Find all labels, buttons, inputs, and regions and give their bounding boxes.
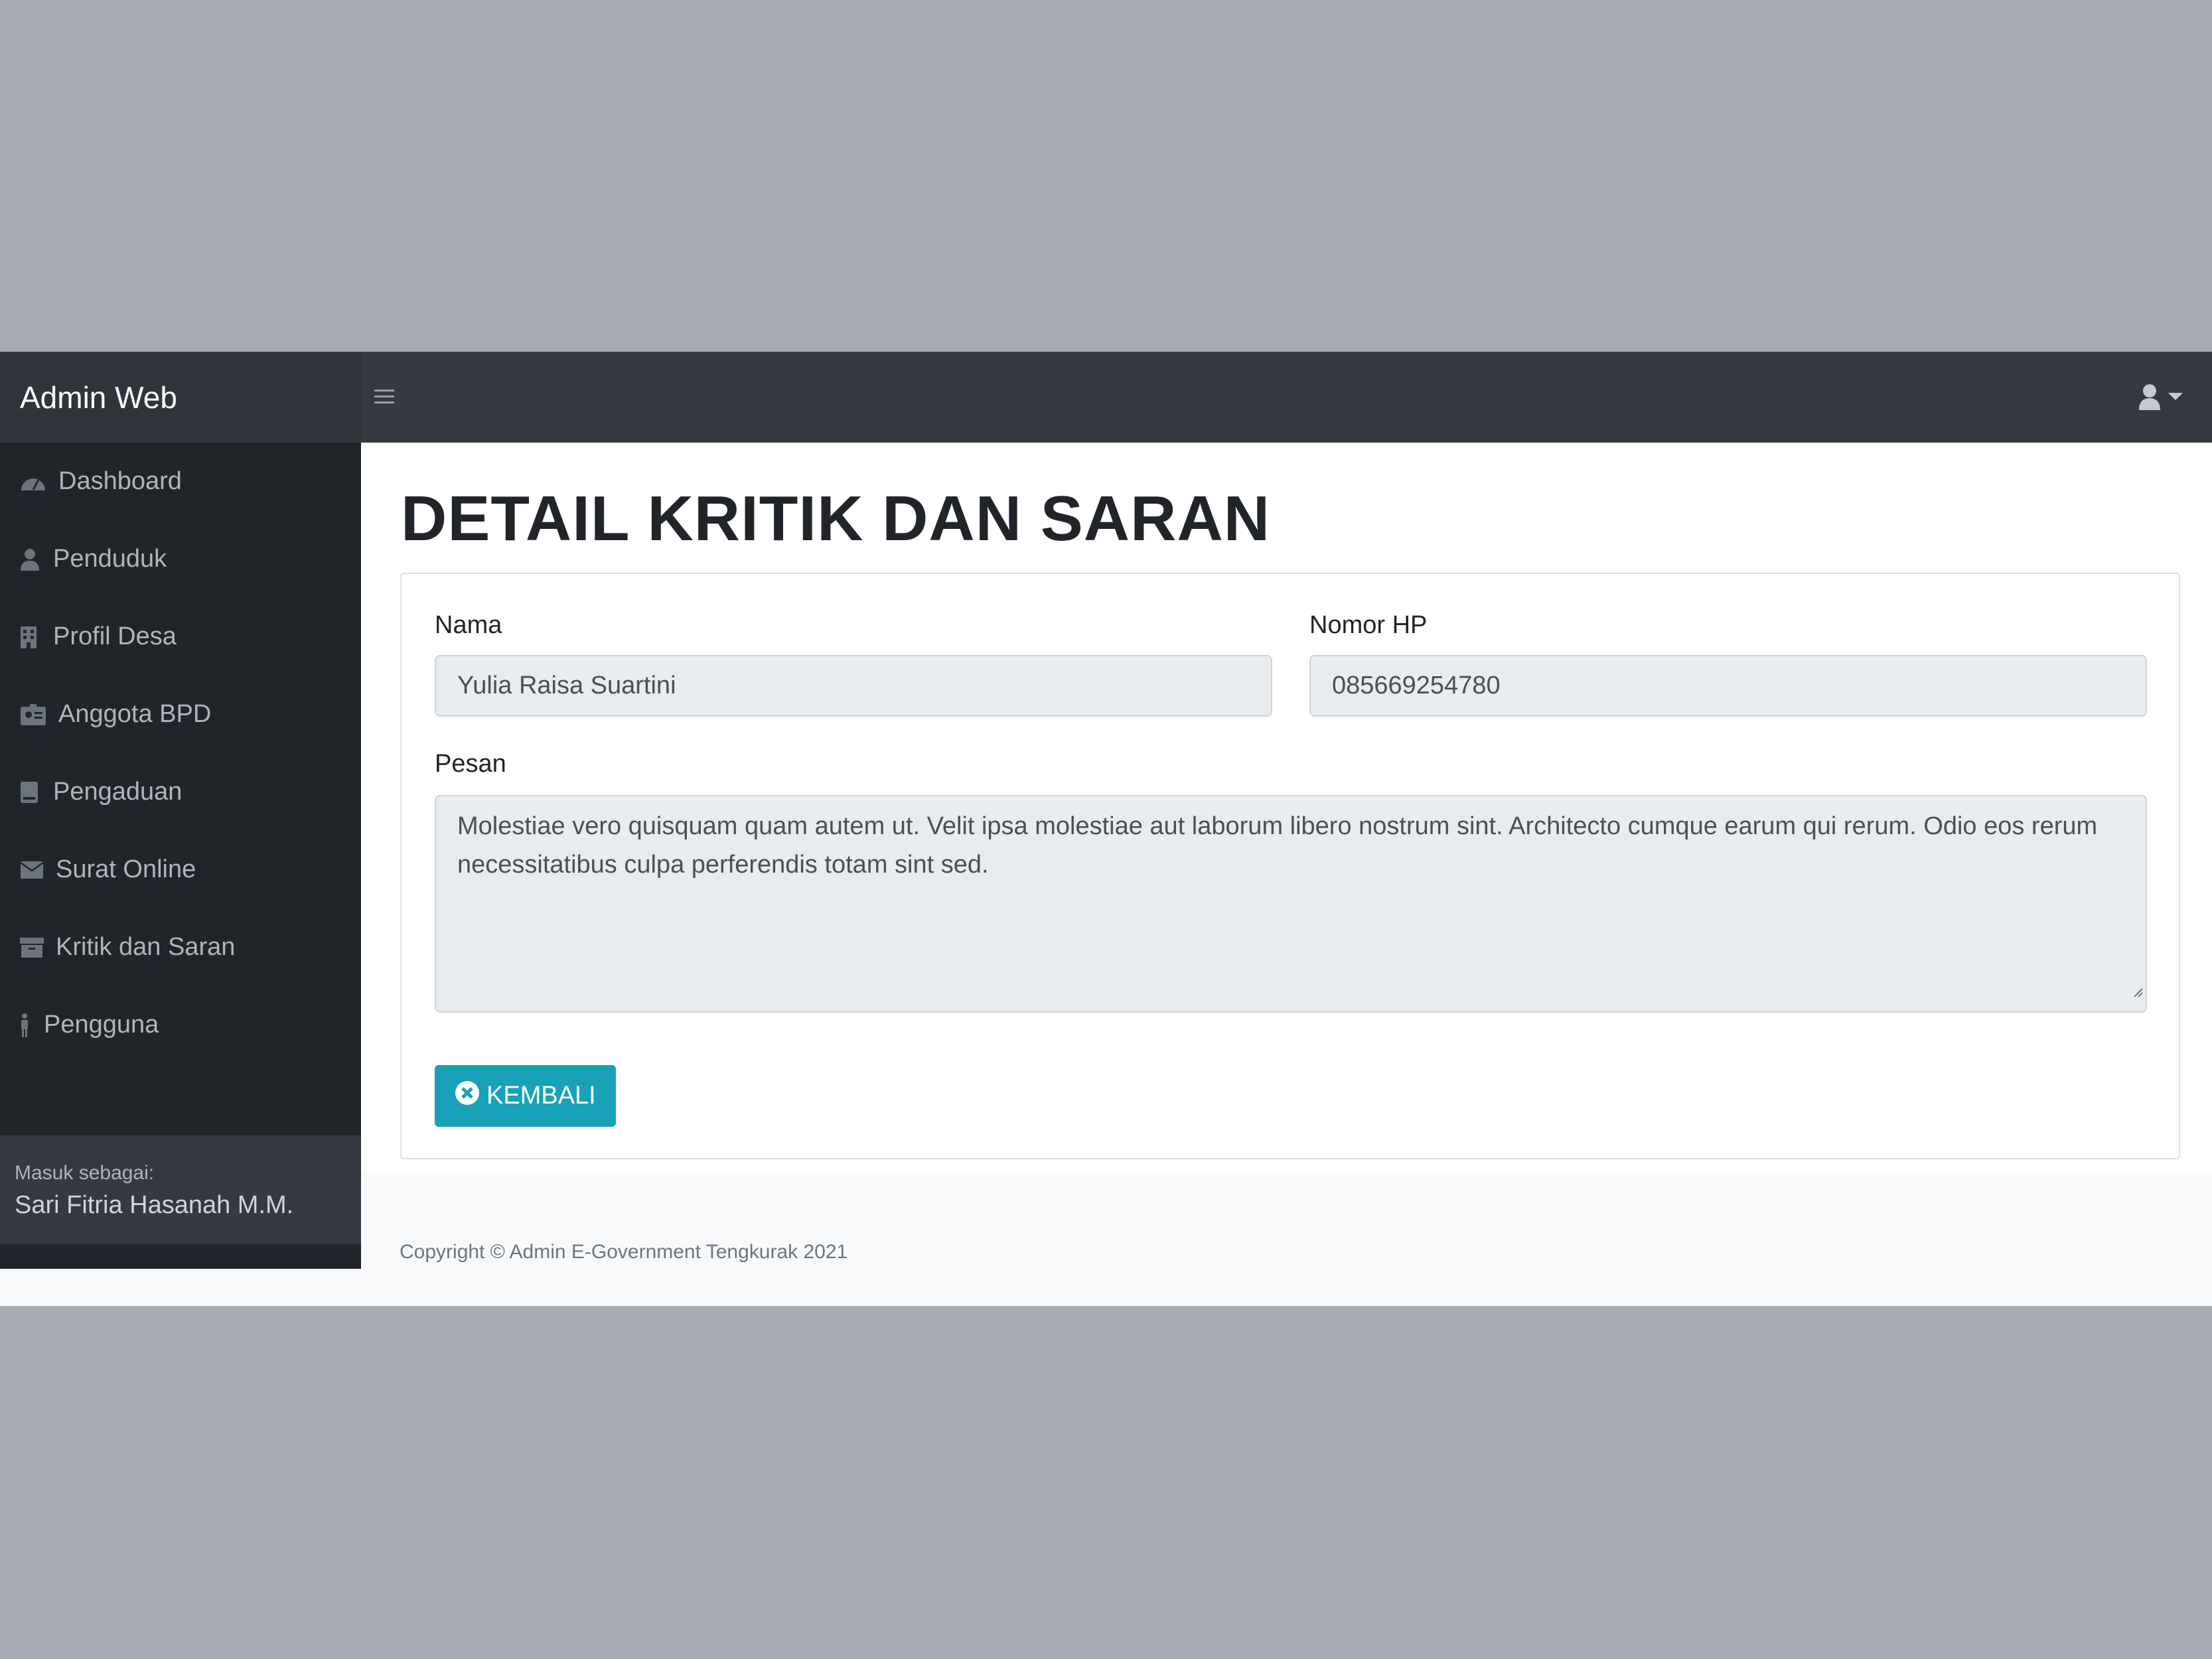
sidebar-item-dashboard[interactable]: Dashboard	[0, 443, 361, 520]
sidebar-toggle-button[interactable]	[372, 378, 396, 415]
user-icon	[2138, 384, 2162, 410]
brand-title[interactable]: Admin Web	[0, 352, 361, 443]
sidebar-item-label: Penduduk	[53, 545, 167, 573]
sidebar-item-label: Dashboard	[58, 467, 182, 495]
sidebar-item-anggota-bpd[interactable]: Anggota BPD	[0, 676, 361, 753]
nomor-hp-value: 085669254780	[1332, 672, 1501, 699]
detail-card: Nama Yulia Raisa Suartini Nomor HP 08566…	[400, 573, 2180, 1159]
page-title: DETAIL KRITIK DAN SARAN	[401, 483, 1271, 554]
chevron-down-icon	[2168, 393, 2183, 401]
envelope-icon	[20, 861, 46, 879]
sidebar-item-profil-desa[interactable]: Profil Desa	[0, 598, 361, 676]
kembali-button[interactable]: KEMBALI	[435, 1065, 616, 1127]
sidebar-item-penduduk[interactable]: Penduduk	[0, 520, 361, 598]
archive-icon	[20, 937, 46, 958]
person-icon	[20, 1013, 33, 1037]
sidebar-footer: Masuk sebagai: Sari Fitria Hasanah M.M.	[0, 1135, 361, 1244]
user-icon	[20, 548, 44, 571]
user-menu-dropdown[interactable]	[2138, 378, 2183, 415]
nama-label: Nama	[435, 611, 502, 639]
pesan-textarea[interactable]: Molestiae vero quisquam quam autem ut. V…	[435, 795, 2147, 1013]
sidebar-item-label: Anggota BPD	[58, 700, 212, 728]
sidebar-item-label: Pengguna	[44, 1011, 159, 1039]
top-navbar: Admin Web	[0, 352, 2212, 443]
pesan-value: Molestiae vero quisquam quam autem ut. V…	[457, 812, 2098, 879]
pesan-label: Pesan	[435, 750, 506, 778]
sidebar-item-pengguna[interactable]: Pengguna	[0, 986, 361, 1064]
nama-value: Yulia Raisa Suartini	[457, 672, 676, 699]
resize-handle-icon[interactable]	[2131, 970, 2143, 1009]
copyright-text: Copyright © Admin E-Government Tengkurak…	[400, 1240, 848, 1263]
sidebar-item-kritik-saran[interactable]: Kritik dan Saran	[0, 908, 361, 986]
sidebar: Dashboard Penduduk Profil Desa Anggota B…	[0, 443, 361, 1269]
main-content: DETAIL KRITIK DAN SARAN Nama Yulia Raisa…	[361, 443, 2212, 1173]
sidebar-item-label: Surat Online	[56, 855, 196, 883]
building-icon	[20, 626, 44, 648]
sidebar-item-label: Pengaduan	[53, 778, 183, 806]
sidebar-item-pengaduan[interactable]: Pengaduan	[0, 753, 361, 831]
nomor-hp-label: Nomor HP	[1309, 611, 1428, 639]
hamburger-icon	[374, 382, 394, 412]
sidebar-item-surat-online[interactable]: Surat Online	[0, 831, 361, 908]
times-circle-icon	[455, 1080, 480, 1112]
nama-field[interactable]: Yulia Raisa Suartini	[435, 655, 1272, 717]
sidebar-item-label: Profil Desa	[53, 622, 177, 650]
sidebar-item-label: Kritik dan Saran	[56, 933, 236, 961]
book-icon	[20, 781, 44, 804]
page-footer: Copyright © Admin E-Government Tengkurak…	[361, 1198, 2212, 1306]
logged-in-user: Sari Fitria Hasanah M.M.	[15, 1191, 294, 1219]
logged-in-label: Masuk sebagai:	[15, 1162, 155, 1184]
id-badge-icon	[20, 703, 49, 725]
nomor-hp-field[interactable]: 085669254780	[1309, 655, 2147, 717]
kembali-button-label: KEMBALI	[486, 1082, 596, 1110]
tachometer-icon	[20, 472, 49, 492]
app-window: Admin Web Dashboard Penduduk Profil Desa…	[0, 352, 2212, 1306]
